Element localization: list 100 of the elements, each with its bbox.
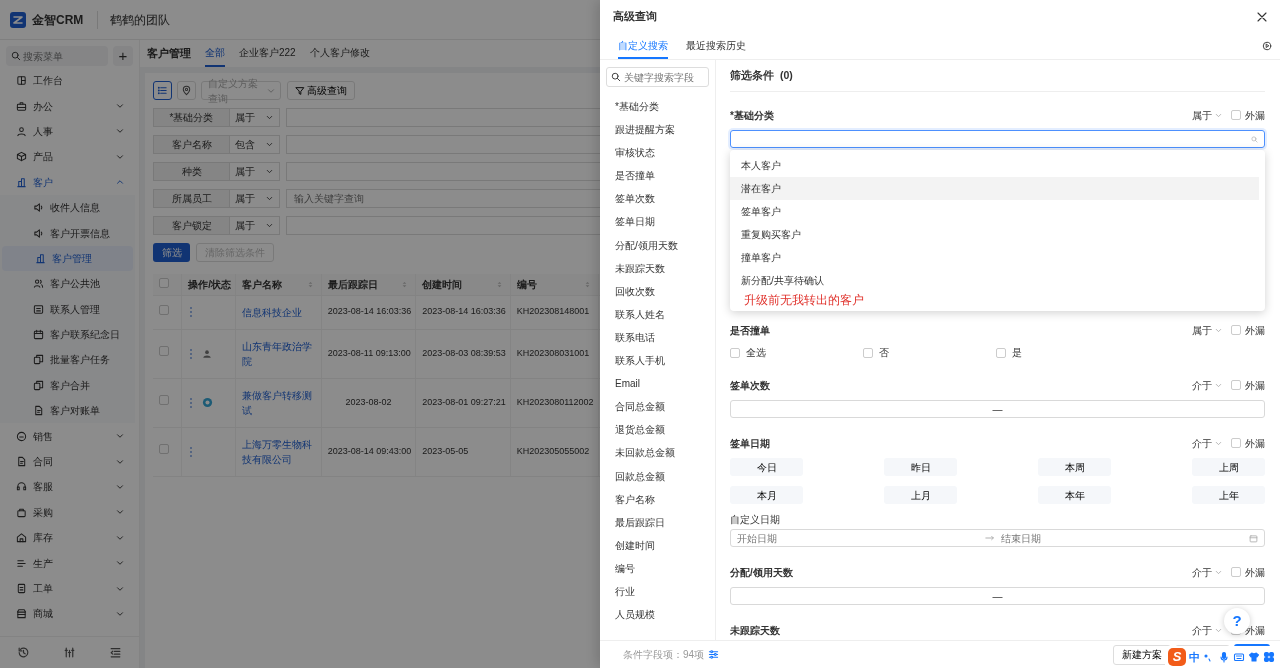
date-preset-button[interactable]: 本月 (730, 486, 803, 504)
field-item[interactable]: 退货总金额 (606, 418, 709, 442)
field-item[interactable]: 签单日期 (606, 210, 709, 234)
field-item[interactable]: 联系人姓名 (606, 302, 709, 326)
operator-select[interactable]: 属于 (230, 162, 280, 181)
menu-item[interactable]: 客户对账单 (0, 398, 135, 424)
play-circle-icon[interactable] (1262, 41, 1272, 51)
field-item[interactable]: *基础分类 (606, 95, 709, 119)
add-button[interactable]: + (113, 46, 133, 66)
dots-icon[interactable] (188, 306, 195, 318)
menu-item[interactable]: 人事 (0, 118, 139, 145)
sliders-icon[interactable] (708, 649, 720, 660)
menu-item[interactable]: 工单 (0, 575, 139, 602)
field-item[interactable]: Email (606, 372, 709, 396)
menu-item[interactable]: 客户联系纪念日 (0, 321, 135, 348)
menu-item[interactable]: 客户公共池 (0, 271, 135, 297)
field-item[interactable]: 是否撞单 (606, 164, 709, 188)
dots-icon[interactable] (188, 445, 195, 458)
dropdown-option[interactable]: 新分配/共享待确认 (730, 269, 1259, 292)
menu-item[interactable]: 批量客户任务 (0, 347, 135, 373)
menu-item[interactable]: 客服 (0, 474, 139, 500)
customer-link[interactable]: 山东青年政治学院 (241, 338, 315, 369)
checkbox[interactable] (159, 444, 169, 455)
field-item[interactable]: 分配/领用天数 (606, 233, 709, 257)
dropdown-option[interactable]: 重复购买客户 (730, 223, 1259, 246)
menu-item[interactable]: 库存 (0, 525, 139, 551)
menu-item[interactable]: 收件人信息 (0, 194, 135, 221)
field-item[interactable]: 编号 (606, 556, 709, 580)
field-item[interactable]: 客户名称 (606, 487, 709, 511)
operator-select[interactable]: 属于 (230, 189, 280, 208)
menu-item[interactable]: 办公 (0, 93, 139, 119)
dropdown-option[interactable]: 本人客户 (730, 154, 1259, 177)
checkbox[interactable] (863, 347, 873, 358)
checkbox[interactable] (1231, 438, 1241, 448)
dots-icon[interactable] (188, 396, 195, 409)
checkbox[interactable] (159, 395, 169, 406)
customer-link[interactable]: 信息科技企业 (241, 304, 315, 320)
customer-link[interactable]: 上海万零生物科技有限公司 (241, 436, 315, 467)
tab[interactable]: 全部 (205, 40, 225, 67)
tab[interactable]: 个人客户修改 (309, 40, 370, 67)
bars-icon[interactable] (63, 646, 76, 659)
field-item[interactable]: 合同总金额 (606, 395, 709, 419)
operator-select[interactable]: 介于 (1192, 377, 1223, 393)
date-preset-button[interactable]: 今日 (730, 458, 803, 476)
menu-item[interactable]: 销售 (0, 423, 139, 449)
indent-icon[interactable] (109, 646, 123, 659)
operator-select[interactable]: 介于 (1192, 622, 1223, 638)
date-preset-button[interactable]: 上月 (884, 486, 957, 504)
checkbox[interactable] (730, 347, 740, 358)
date-preset-button[interactable]: 昨日 (884, 458, 957, 476)
checkbox[interactable] (159, 304, 169, 315)
operator-select[interactable]: 属于 (230, 216, 280, 235)
date-preset-button[interactable]: 本周 (1038, 458, 1111, 476)
date-range-field[interactable]: 开始日期 结束日期 (730, 529, 1265, 547)
field-item[interactable]: 回收次数 (606, 279, 709, 303)
operator-select[interactable]: 介于 (1192, 435, 1223, 451)
checkbox[interactable] (159, 277, 169, 288)
location-button[interactable] (177, 81, 196, 100)
operator-select[interactable]: 属于 (230, 108, 280, 127)
field-item[interactable]: 最后跟踪日 (606, 510, 709, 534)
advanced-search-button[interactable]: 高级查询 (287, 81, 355, 100)
ime-mode[interactable]: 中 (1189, 648, 1200, 666)
dropdown-option[interactable]: 签单客户 (730, 200, 1259, 223)
operator-select[interactable]: 包含 (230, 135, 280, 154)
date-preset-button[interactable]: 本年 (1038, 486, 1111, 504)
list-button[interactable] (153, 81, 172, 100)
search-field[interactable]: 关键字搜索字段 (606, 67, 709, 87)
menu-item[interactable]: 采购 (0, 499, 139, 526)
operator-select[interactable]: 属于 (1192, 322, 1223, 338)
operator-select[interactable]: 属于 (1192, 107, 1223, 123)
ime-toolbar[interactable]: S 中 (1165, 646, 1278, 668)
menu-item[interactable]: 合同 (0, 448, 139, 475)
dropdown-option[interactable]: 潜在客户 (730, 177, 1259, 200)
operator-select[interactable]: 介于 (1192, 564, 1223, 580)
field-item[interactable]: 联系人手机 (606, 349, 709, 373)
checkbox[interactable] (1231, 380, 1241, 390)
field-item[interactable]: 跟进提醒方案 (606, 118, 709, 142)
close-icon[interactable] (1256, 10, 1268, 23)
checkbox[interactable] (1231, 325, 1241, 335)
menu-item[interactable]: 产品 (0, 144, 139, 170)
menu-item[interactable]: 工作台 (0, 68, 139, 94)
dots-icon[interactable] (188, 347, 195, 360)
checkbox[interactable] (996, 347, 1006, 358)
tab[interactable]: 企业客户222 (239, 40, 296, 67)
field-item[interactable]: 回款总金额 (606, 464, 709, 488)
menu-item[interactable]: 客户合并 (0, 372, 135, 399)
range-field[interactable]: — (730, 587, 1265, 605)
menu-item[interactable]: 客户开票信息 (0, 220, 135, 246)
field-item[interactable]: 签单次数 (606, 187, 709, 211)
field-item[interactable]: 联系电话 (606, 325, 709, 350)
end-date-input[interactable]: 结束日期 (1001, 530, 1243, 546)
checkbox[interactable] (1231, 567, 1241, 577)
tab[interactable]: 自定义搜索 (618, 33, 668, 59)
tab[interactable]: 最近搜索历史 (686, 33, 746, 59)
checkbox[interactable] (1231, 110, 1241, 120)
date-preset-button[interactable]: 上周 (1192, 458, 1265, 476)
field-item[interactable]: 审核状态 (606, 141, 709, 165)
dropdown-option[interactable]: 撞单客户 (730, 246, 1259, 269)
filter-button[interactable]: 筛选 (153, 243, 190, 262)
customer-link[interactable]: 兼做客户转移测试 (241, 387, 315, 418)
